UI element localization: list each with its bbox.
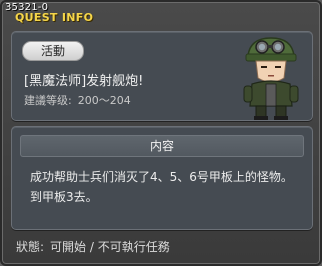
recommended-level-label: 建議等级: — [24, 94, 72, 107]
quest-status-label: 狀態: — [16, 240, 45, 254]
window-title: QUEST INFO — [15, 11, 94, 24]
quest-status: 狀態: 可開始 / 不可執行任務 — [16, 238, 176, 255]
quest-info-window: 35321-0 QUEST INFO 活動 [黑魔法师]发射舰炮! 建議等级: 2… — [0, 0, 322, 266]
quest-status-value: 可開始 / 不可執行任務 — [50, 240, 170, 254]
recommended-level: 建議等级: 200～204 — [24, 92, 131, 108]
content-header: 内容 — [20, 135, 304, 157]
quest-type-badge: 活動 — [22, 41, 84, 61]
quest-description-line: 成功帮助士兵们消灭了4、5、6号甲板上的怪物。 — [30, 170, 293, 184]
soldier-npc-portrait-icon — [243, 37, 299, 120]
recommended-level-value: 200～204 — [77, 94, 131, 107]
quest-name: [黑魔法师]发射舰炮! — [24, 74, 144, 89]
quest-summary-panel: 活動 [黑魔法师]发射舰炮! 建議等级: 200～204 — [11, 31, 313, 121]
quest-content-panel: 内容 成功帮助士兵们消灭了4、5、6号甲板上的怪物。 到甲板3去。 — [11, 126, 313, 230]
quest-description: 成功帮助士兵们消灭了4、5、6号甲板上的怪物。 到甲板3去。 — [30, 167, 300, 207]
quest-description-line: 到甲板3去。 — [30, 190, 98, 204]
